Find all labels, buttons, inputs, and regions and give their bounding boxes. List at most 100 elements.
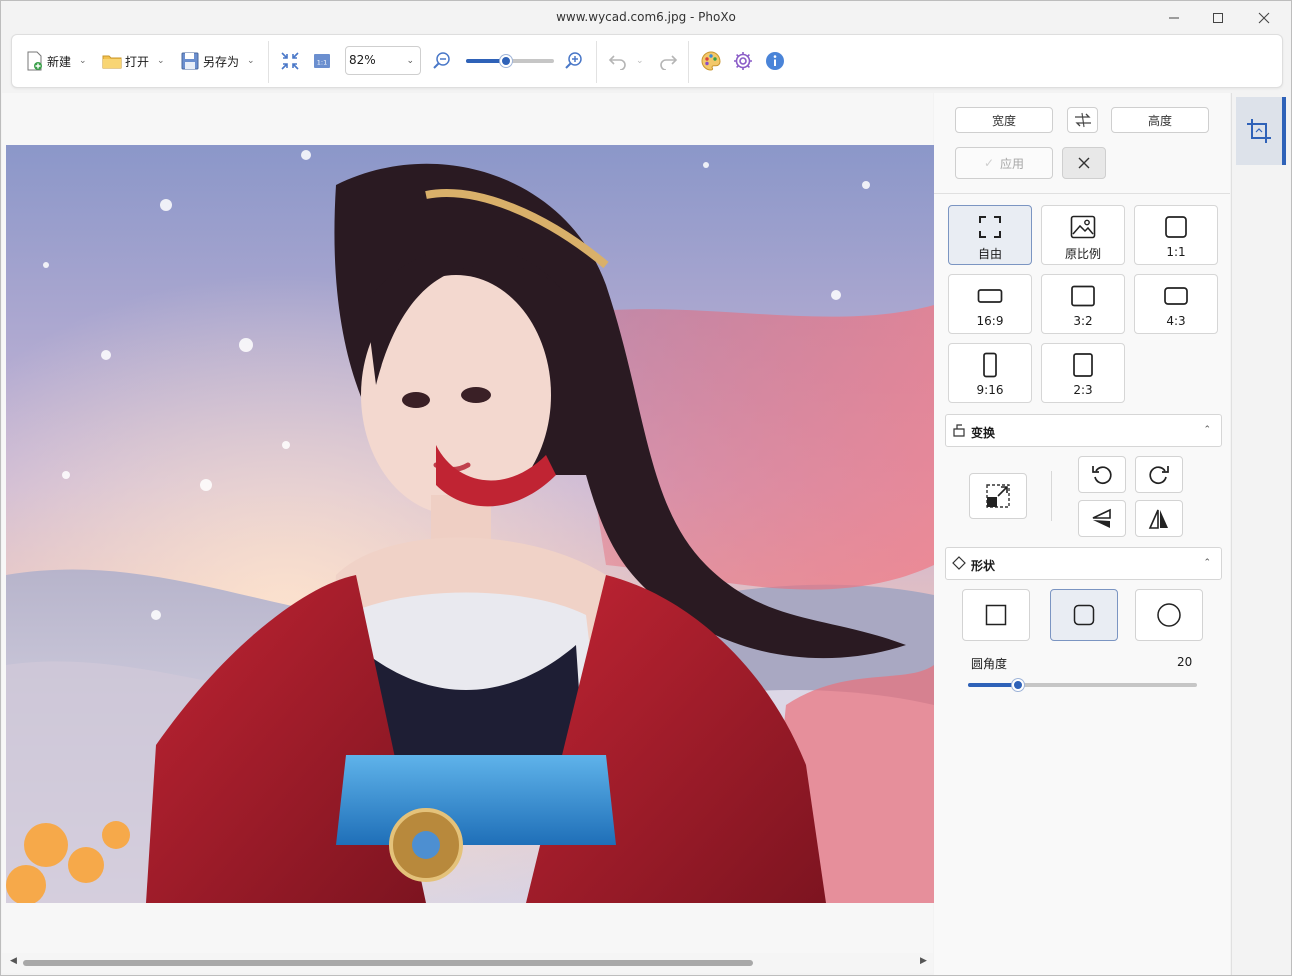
about-button[interactable] bbox=[764, 48, 786, 74]
transform-section-header[interactable]: 变换 ⌃ bbox=[945, 414, 1222, 447]
square-shape-icon bbox=[985, 604, 1007, 626]
shape-circle-button[interactable] bbox=[1135, 589, 1203, 641]
fit-window-button[interactable] bbox=[280, 48, 300, 74]
chevron-down-icon[interactable]: ⌄ bbox=[247, 56, 255, 66]
zoom-slider[interactable] bbox=[466, 53, 554, 69]
corner-radius-slider[interactable] bbox=[968, 677, 1197, 693]
zoom-select[interactable]: 82% ⌄ bbox=[345, 46, 421, 75]
ratio-label: 自由 bbox=[977, 247, 1002, 261]
toolbar-separator bbox=[688, 41, 689, 83]
settings-button[interactable] bbox=[732, 48, 754, 74]
free-crop-icon bbox=[979, 216, 1001, 238]
swap-dimensions-button[interactable] bbox=[1067, 107, 1098, 133]
shape-rounded-square-button[interactable] bbox=[1050, 589, 1118, 641]
main-toolbar: 新建 ⌄ 打开 ⌄ 另存为 ⌄ 1:1 82% ⌄ ⌄ bbox=[11, 34, 1283, 88]
undo-button[interactable]: ⌄ bbox=[608, 48, 644, 74]
palette-button[interactable] bbox=[700, 48, 722, 74]
chevron-up-icon: ⌃ bbox=[1203, 425, 1211, 435]
open-button[interactable]: 打开 ⌄ bbox=[102, 48, 165, 74]
rotate-right-button[interactable] bbox=[1135, 456, 1183, 493]
apply-label: 应用 bbox=[1000, 156, 1025, 171]
shape-square-button[interactable] bbox=[962, 589, 1030, 641]
palette-icon bbox=[701, 51, 721, 71]
chevron-down-icon[interactable]: ⌄ bbox=[157, 56, 165, 66]
save-icon bbox=[181, 52, 199, 70]
ratio-4-3-button[interactable]: 4:3 bbox=[1134, 274, 1218, 334]
scroll-right-icon[interactable]: ▶ bbox=[920, 956, 927, 966]
horizontal-scrollbar[interactable]: ◀ ▶ bbox=[2, 953, 933, 973]
zoom-in-button[interactable] bbox=[564, 48, 584, 74]
ratio-4-3-icon bbox=[1164, 287, 1188, 305]
scroll-left-icon[interactable]: ◀ bbox=[10, 956, 17, 966]
close-icon bbox=[1258, 12, 1270, 24]
rotate-left-icon bbox=[1092, 465, 1112, 484]
crop-tool-button[interactable] bbox=[1236, 97, 1286, 165]
image-canvas[interactable] bbox=[2, 93, 934, 953]
corner-radius-label: 圆角度 bbox=[971, 657, 1008, 671]
ratio-9-16-icon bbox=[983, 352, 997, 378]
ratio-label: 9:16 bbox=[976, 383, 1004, 397]
zoom-out-button[interactable] bbox=[432, 48, 452, 74]
save-as-button[interactable]: 另存为 ⌄ bbox=[180, 48, 255, 74]
flip-horizontal-icon bbox=[1148, 509, 1168, 529]
image-icon bbox=[1070, 215, 1096, 239]
svg-text:1:1: 1:1 bbox=[317, 59, 327, 67]
window-title: www.wycad.com6.jpg - PhoXo bbox=[556, 10, 736, 24]
new-button[interactable]: 新建 ⌄ bbox=[26, 48, 87, 74]
ratio-label: 1:1 bbox=[1166, 245, 1186, 259]
check-icon: ✓ bbox=[983, 156, 995, 170]
close-window-button[interactable] bbox=[1241, 1, 1287, 35]
open-label: 打开 bbox=[125, 54, 150, 69]
ratio-3-2-button[interactable]: 3:2 bbox=[1041, 274, 1125, 334]
actual-size-button[interactable]: 1:1 bbox=[312, 48, 332, 74]
shape-section-header[interactable]: 形状 ⌃ bbox=[945, 547, 1222, 580]
crop-icon bbox=[1247, 119, 1271, 143]
width-label: 宽度 bbox=[991, 113, 1016, 128]
redo-button[interactable] bbox=[658, 48, 678, 74]
rotate-left-button[interactable] bbox=[1078, 456, 1126, 493]
zoom-slider-thumb[interactable] bbox=[500, 55, 512, 67]
width-button[interactable]: 宽度 bbox=[955, 107, 1053, 133]
diamond-icon bbox=[952, 556, 966, 570]
toolbar-separator bbox=[268, 41, 269, 83]
ratio-label: 原比例 bbox=[1064, 247, 1101, 261]
height-button[interactable]: 高度 bbox=[1111, 107, 1209, 133]
ratio-2-3-icon bbox=[1073, 353, 1093, 377]
corner-slider-thumb[interactable] bbox=[1012, 679, 1024, 691]
transform-title: 变换 bbox=[971, 426, 996, 440]
ratio-16-9-button[interactable]: 16:9 bbox=[948, 274, 1032, 334]
ratio-9-16-button[interactable]: 9:16 bbox=[948, 343, 1032, 403]
minimize-button[interactable] bbox=[1151, 1, 1197, 35]
image-preview[interactable] bbox=[6, 145, 934, 903]
square-ratio-icon bbox=[1165, 216, 1187, 238]
transform-icon bbox=[953, 424, 965, 437]
maximize-icon bbox=[1213, 13, 1223, 23]
tool-rail bbox=[1231, 93, 1291, 975]
ratio-3-2-icon bbox=[1071, 285, 1095, 307]
ratio-2-3-button[interactable]: 2:3 bbox=[1041, 343, 1125, 403]
apply-button[interactable]: ✓ 应用 bbox=[955, 147, 1053, 179]
ratio-label: 16:9 bbox=[976, 314, 1004, 328]
actual-size-icon: 1:1 bbox=[314, 54, 330, 68]
flip-vertical-button[interactable] bbox=[1078, 500, 1126, 537]
height-label: 高度 bbox=[1147, 113, 1172, 128]
photo-illustration bbox=[6, 145, 934, 903]
scrollbar-thumb[interactable] bbox=[23, 960, 753, 966]
ratio-1-1-button[interactable]: 1:1 bbox=[1134, 205, 1218, 265]
chevron-down-icon[interactable]: ⌄ bbox=[636, 56, 644, 66]
ratio-free-button[interactable]: 自由 bbox=[948, 205, 1032, 265]
flip-horizontal-button[interactable] bbox=[1135, 500, 1183, 537]
resize-canvas-button[interactable] bbox=[969, 473, 1027, 519]
chevron-down-icon: ⌄ bbox=[406, 56, 414, 66]
ratio-original-button[interactable]: 原比例 bbox=[1041, 205, 1125, 265]
active-tool-indicator bbox=[1282, 97, 1286, 165]
corner-slider-fill bbox=[968, 683, 1018, 687]
save-as-label: 另存为 bbox=[203, 54, 240, 69]
ratio-label: 4:3 bbox=[1166, 314, 1186, 328]
cancel-crop-button[interactable] bbox=[1062, 147, 1106, 179]
toolbar-separator bbox=[596, 41, 597, 83]
maximize-button[interactable] bbox=[1195, 1, 1241, 35]
zoom-in-icon bbox=[565, 52, 582, 69]
chevron-down-icon[interactable]: ⌄ bbox=[79, 56, 87, 66]
title-bar: www.wycad.com6.jpg - PhoXo bbox=[1, 1, 1291, 35]
